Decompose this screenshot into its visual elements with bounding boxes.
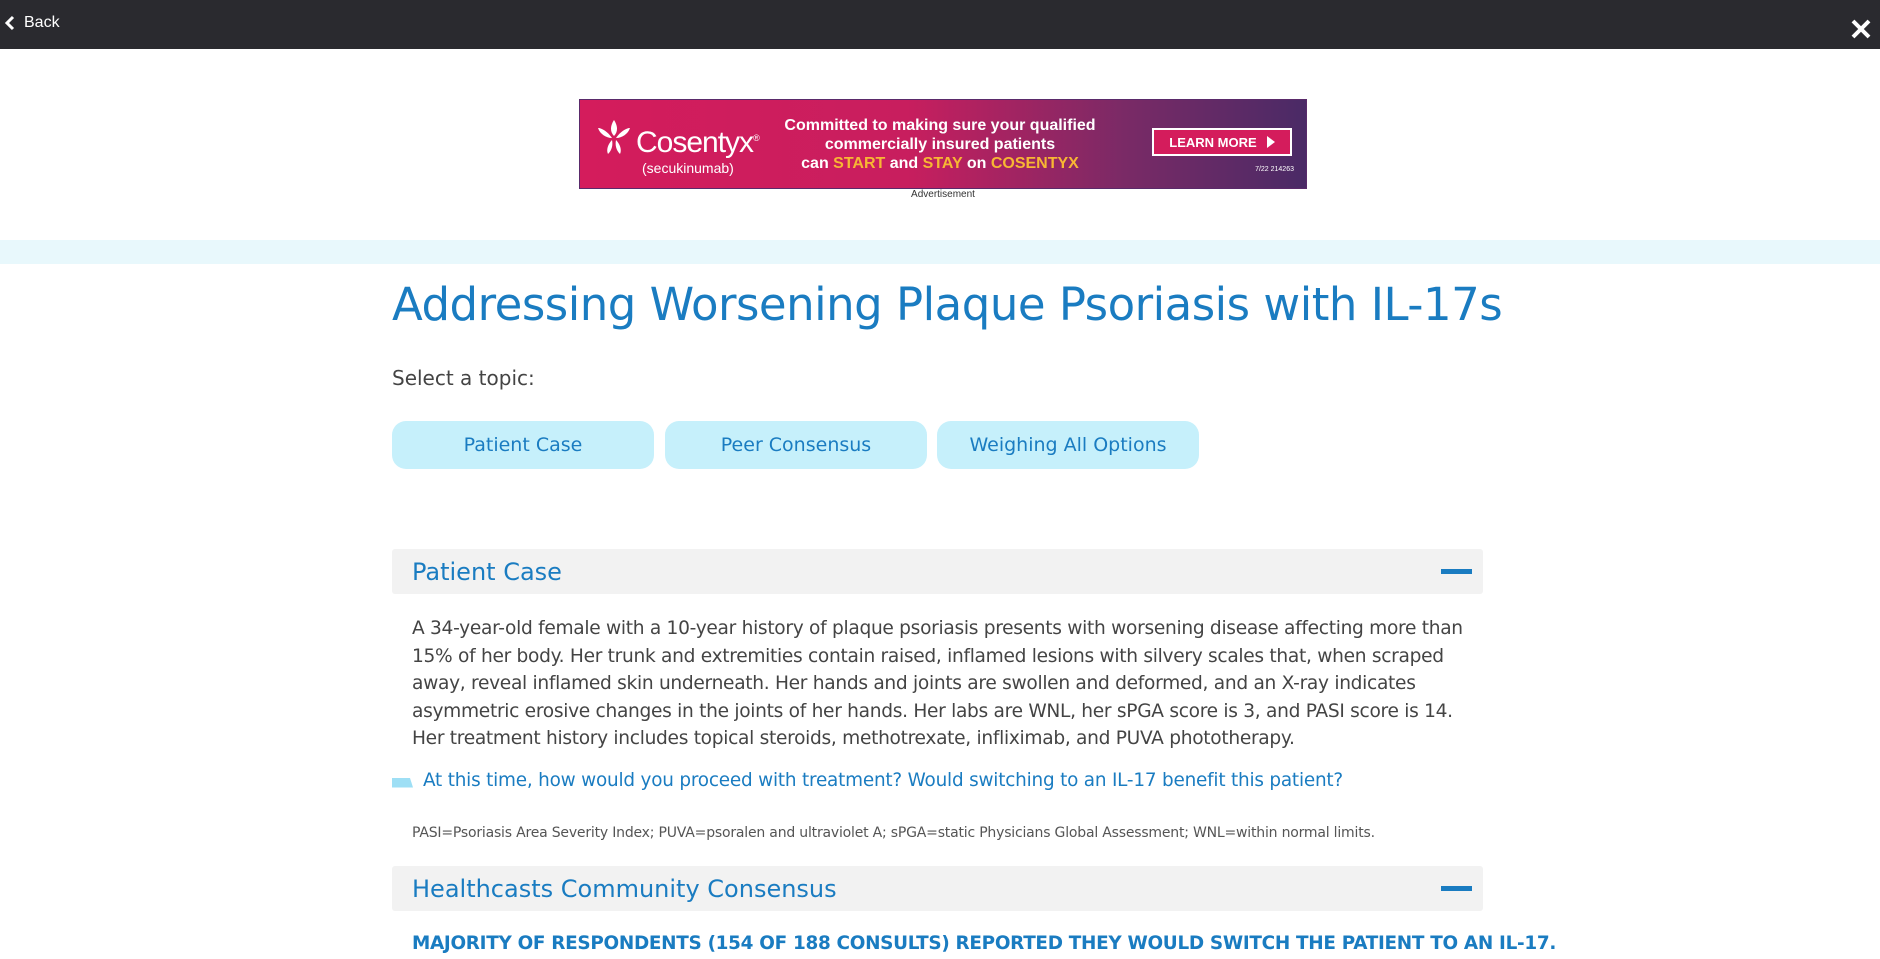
close-icon[interactable] <box>1850 18 1872 40</box>
divider-band <box>0 240 1880 264</box>
patient-case-text: A 34-year-old female with a 10-year hist… <box>412 618 1463 750</box>
ad-code: 7/22 214263 <box>1255 166 1294 173</box>
collapse-icon[interactable] <box>1441 569 1472 574</box>
ad-message: Committed to making sure your qualified … <box>780 116 1100 173</box>
tab-weighing-all-options[interactable]: Weighing All Options <box>937 421 1199 469</box>
advertisement-label: Advertisement <box>911 189 975 200</box>
tab-peer-consensus[interactable]: Peer Consensus <box>665 421 927 469</box>
consensus-summary: MAJORITY OF RESPONDENTS (154 OF 188 CONS… <box>412 933 1557 954</box>
back-button[interactable]: Back <box>4 14 60 32</box>
ad-line-2: commercially insured patients <box>824 136 1056 153</box>
learn-more-button[interactable]: LEARN MORE <box>1152 128 1292 156</box>
top-bar: Back <box>0 0 1880 49</box>
case-question-text: At this time, how would you proceed with… <box>423 770 1343 791</box>
ad-generic-name: (secukinumab) <box>642 160 734 176</box>
topic-prompt: Select a topic: <box>392 366 535 390</box>
advertisement-banner[interactable]: Cosentyx® (secukinumab) Committed to mak… <box>579 99 1307 189</box>
page-title: Addressing Worsening Plaque Psoriasis wi… <box>392 278 1503 331</box>
play-arrow-icon <box>1266 136 1275 148</box>
patient-case-header[interactable]: Patient Case <box>392 549 1483 594</box>
ad-line-1: Committed to making sure your qualified <box>784 117 1096 134</box>
collapse-icon[interactable] <box>1441 886 1472 891</box>
patient-case-heading: Patient Case <box>412 558 562 586</box>
community-consensus-heading: Healthcasts Community Consensus <box>412 875 837 903</box>
tab-patient-case[interactable]: Patient Case <box>392 421 654 469</box>
abbreviations-note: PASI=Psoriasis Area Severity Index; PUVA… <box>412 825 1375 841</box>
ad-brand-name: Cosentyx® <box>636 126 760 159</box>
learn-more-label: LEARN MORE <box>1169 134 1257 150</box>
ad-line-3: can START and STAY on COSENTYX <box>801 155 1079 172</box>
expand-marker-icon <box>392 777 413 788</box>
back-label: Back <box>24 14 60 31</box>
chevron-left-icon <box>4 15 15 31</box>
community-consensus-header[interactable]: Healthcasts Community Consensus <box>392 866 1483 911</box>
brand-logo-icon <box>598 120 630 154</box>
case-question[interactable]: At this time, how would you proceed with… <box>392 770 1343 791</box>
